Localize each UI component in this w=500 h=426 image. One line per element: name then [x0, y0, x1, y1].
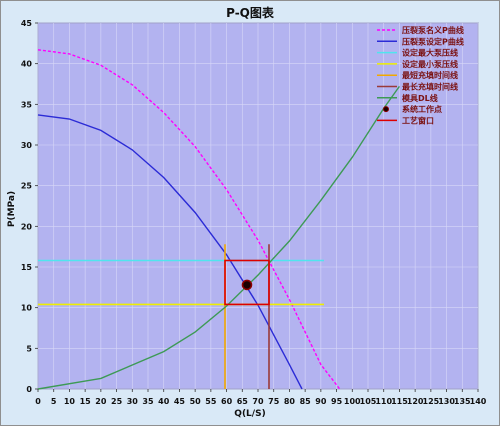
x-tick-label: 45 [174, 397, 186, 406]
y-tick-label: 35 [21, 100, 33, 109]
x-tick-label: 95 [331, 397, 343, 406]
legend-item-1-label: 压裂泵设定P曲线 [402, 36, 464, 46]
x-tick-label: 5 [51, 397, 57, 406]
y-tick-label: 45 [21, 19, 33, 28]
x-tick-label: 10 [64, 397, 76, 406]
x-tick-label: 50 [190, 397, 202, 406]
legend-item-8-label: 工艺窗口 [402, 115, 434, 125]
x-tick-label: 105 [360, 397, 377, 406]
x-tick-label: 25 [111, 397, 123, 406]
x-tick-label: 100 [344, 397, 361, 406]
legend-item-2-label: 设定最大泵压线 [402, 48, 458, 58]
x-tick-label: 55 [205, 397, 217, 406]
legend-item-0-label: 压裂泵名义P曲线 [402, 25, 464, 35]
x-tick-label: 30 [127, 397, 139, 406]
y-tick-label: 0 [26, 385, 32, 394]
x-tick-label: 65 [237, 397, 249, 406]
x-tick-label: 35 [142, 397, 154, 406]
chart-title: P-Q图表 [226, 5, 275, 20]
x-tick-label: 115 [391, 397, 408, 406]
x-tick-label: 75 [268, 397, 280, 406]
y-tick-label: 30 [21, 141, 33, 150]
y-tick-label: 40 [21, 60, 33, 69]
x-tick-label: 15 [80, 397, 92, 406]
legend-item-3-label: 设定最小泵压线 [402, 59, 458, 69]
y-axis-label: P(MPa) [7, 191, 17, 227]
y-tick-label: 5 [26, 344, 32, 353]
pq-chart: 0 5 10 15 20 25 30 35 40 45 50 55 60 65 70 75 80 85 90 95 10… [7, 5, 487, 419]
x-tick-label: 140 [470, 397, 487, 406]
x-tick-label: 80 [284, 397, 296, 406]
chart-panel: 0 5 10 15 20 25 30 35 40 45 50 55 60 65 70 75 80 85 90 95 10… [0, 0, 500, 426]
x-tick-label: 90 [315, 397, 327, 406]
y-tick-label: 15 [21, 263, 33, 272]
y-tick-label: 10 [21, 304, 33, 313]
x-tick-label: 125 [423, 397, 440, 406]
series-7-point [241, 279, 253, 291]
x-tick-label: 0 [35, 397, 41, 406]
legend-item-7-label: 系统工作点 [402, 104, 442, 114]
legend-item-4-label: 最短充填时间线 [402, 70, 458, 80]
x-tick-label: 20 [95, 397, 107, 406]
x-axis-label: Q(L/S) [234, 409, 265, 419]
x-tick-label: 60 [221, 397, 233, 406]
legend-item-5-label: 最长充填时间线 [402, 82, 458, 92]
x-tick-label: 70 [252, 397, 264, 406]
y-tick-label: 20 [21, 222, 33, 231]
y-tick-label: 25 [21, 182, 33, 191]
x-tick-label: 120 [407, 397, 424, 406]
x-tick-label: 110 [375, 397, 392, 406]
x-tick-label: 130 [438, 397, 455, 406]
legend-item-7-marker [383, 106, 389, 113]
x-tick-label: 135 [454, 397, 471, 406]
x-tick-label: 85 [300, 397, 312, 406]
legend-item-6-label: 模具DL线 [402, 93, 438, 103]
x-tick-label: 40 [158, 397, 170, 406]
